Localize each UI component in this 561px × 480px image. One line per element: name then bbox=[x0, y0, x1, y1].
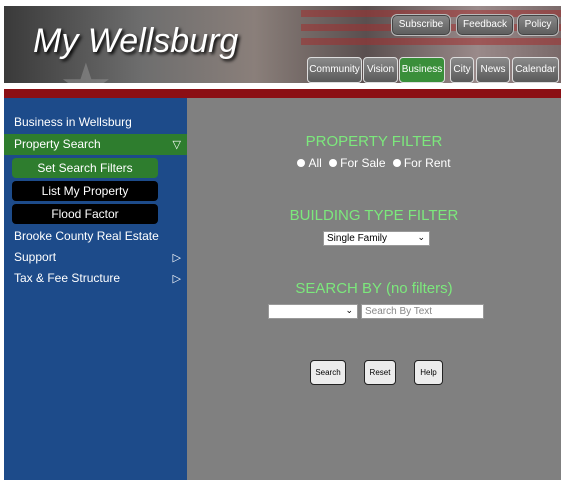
sidebar-item-property-search[interactable]: Property Search ▽ bbox=[4, 134, 187, 155]
feedback-button[interactable]: Feedback bbox=[456, 14, 514, 36]
property-filter-heading: PROPERTY FILTER bbox=[305, 133, 443, 150]
radio-dot-icon bbox=[297, 159, 306, 167]
radio-for-rent[interactable]: For Rent bbox=[392, 156, 451, 170]
chevron-down-icon: ▽ bbox=[172, 138, 181, 151]
sidebar-item-business-in-wellsburg[interactable]: Business in Wellsburg bbox=[4, 112, 187, 133]
tab-news[interactable]: News bbox=[476, 57, 510, 83]
main-panel: PROPERTY FILTER All For Sale For Rent BU… bbox=[187, 98, 561, 480]
sidebar: Business in Wellsburg Property Search ▽ … bbox=[4, 98, 187, 480]
sidebar-item-label: Tax & Fee Structure bbox=[14, 271, 121, 285]
sidebar-item-tax-fee[interactable]: Tax & Fee Structure ▷ bbox=[4, 268, 187, 289]
set-search-filters-button[interactable]: Set Search Filters bbox=[12, 158, 158, 178]
search-text-input[interactable]: Search By Text bbox=[361, 304, 484, 319]
building-type-heading: BUILDING TYPE FILTER bbox=[289, 207, 459, 224]
sidebar-item-label: Brooke County Real Estate bbox=[14, 229, 159, 243]
sidebar-item-label: Business in Wellsburg bbox=[14, 115, 132, 129]
chevron-right-icon: ▷ bbox=[172, 272, 181, 285]
radio-for-sale[interactable]: For Sale bbox=[329, 156, 386, 170]
list-my-property-button[interactable]: List My Property bbox=[12, 181, 158, 201]
tab-city[interactable]: City bbox=[450, 57, 474, 83]
sidebar-item-label: Support bbox=[14, 250, 57, 264]
flood-factor-button[interactable]: Flood Factor bbox=[12, 204, 158, 224]
flag-stripe bbox=[301, 38, 561, 45]
radio-dot-icon bbox=[392, 159, 401, 167]
site-title: My Wellsburg bbox=[33, 22, 239, 60]
header-divider bbox=[4, 89, 561, 98]
subscribe-button[interactable]: Subscribe bbox=[391, 14, 451, 36]
search-button[interactable]: Search bbox=[310, 360, 346, 385]
help-button[interactable]: Help bbox=[414, 360, 443, 385]
policy-button[interactable]: Policy bbox=[517, 14, 559, 36]
header-banner: ★ My Wellsburg Subscribe Feedback Policy… bbox=[4, 6, 561, 83]
tab-community[interactable]: Community bbox=[307, 57, 362, 83]
reset-button[interactable]: Reset bbox=[364, 360, 396, 385]
building-type-value: Single Family bbox=[327, 233, 388, 244]
chevron-right-icon: ▷ bbox=[172, 251, 181, 264]
radio-all[interactable]: All bbox=[297, 156, 322, 170]
tab-vision[interactable]: Vision bbox=[363, 57, 398, 83]
sidebar-item-brooke-county[interactable]: Brooke County Real Estate bbox=[4, 226, 187, 247]
sidebar-item-support[interactable]: Support ▷ bbox=[4, 247, 187, 268]
search-by-select[interactable]: ⌄ bbox=[268, 304, 358, 319]
chevron-down-icon: ⌄ bbox=[345, 306, 353, 316]
sidebar-item-label: Property Search bbox=[14, 137, 101, 151]
tab-business[interactable]: Business bbox=[399, 57, 445, 83]
search-by-heading: SEARCH BY (no filters) bbox=[295, 280, 453, 297]
chevron-down-icon: ⌄ bbox=[417, 233, 425, 243]
radio-dot-icon bbox=[329, 159, 338, 167]
tab-calendar[interactable]: Calendar bbox=[512, 57, 559, 83]
property-filter-radios: All For Sale For Rent bbox=[187, 156, 561, 170]
building-type-select[interactable]: Single Family ⌄ bbox=[323, 231, 430, 246]
